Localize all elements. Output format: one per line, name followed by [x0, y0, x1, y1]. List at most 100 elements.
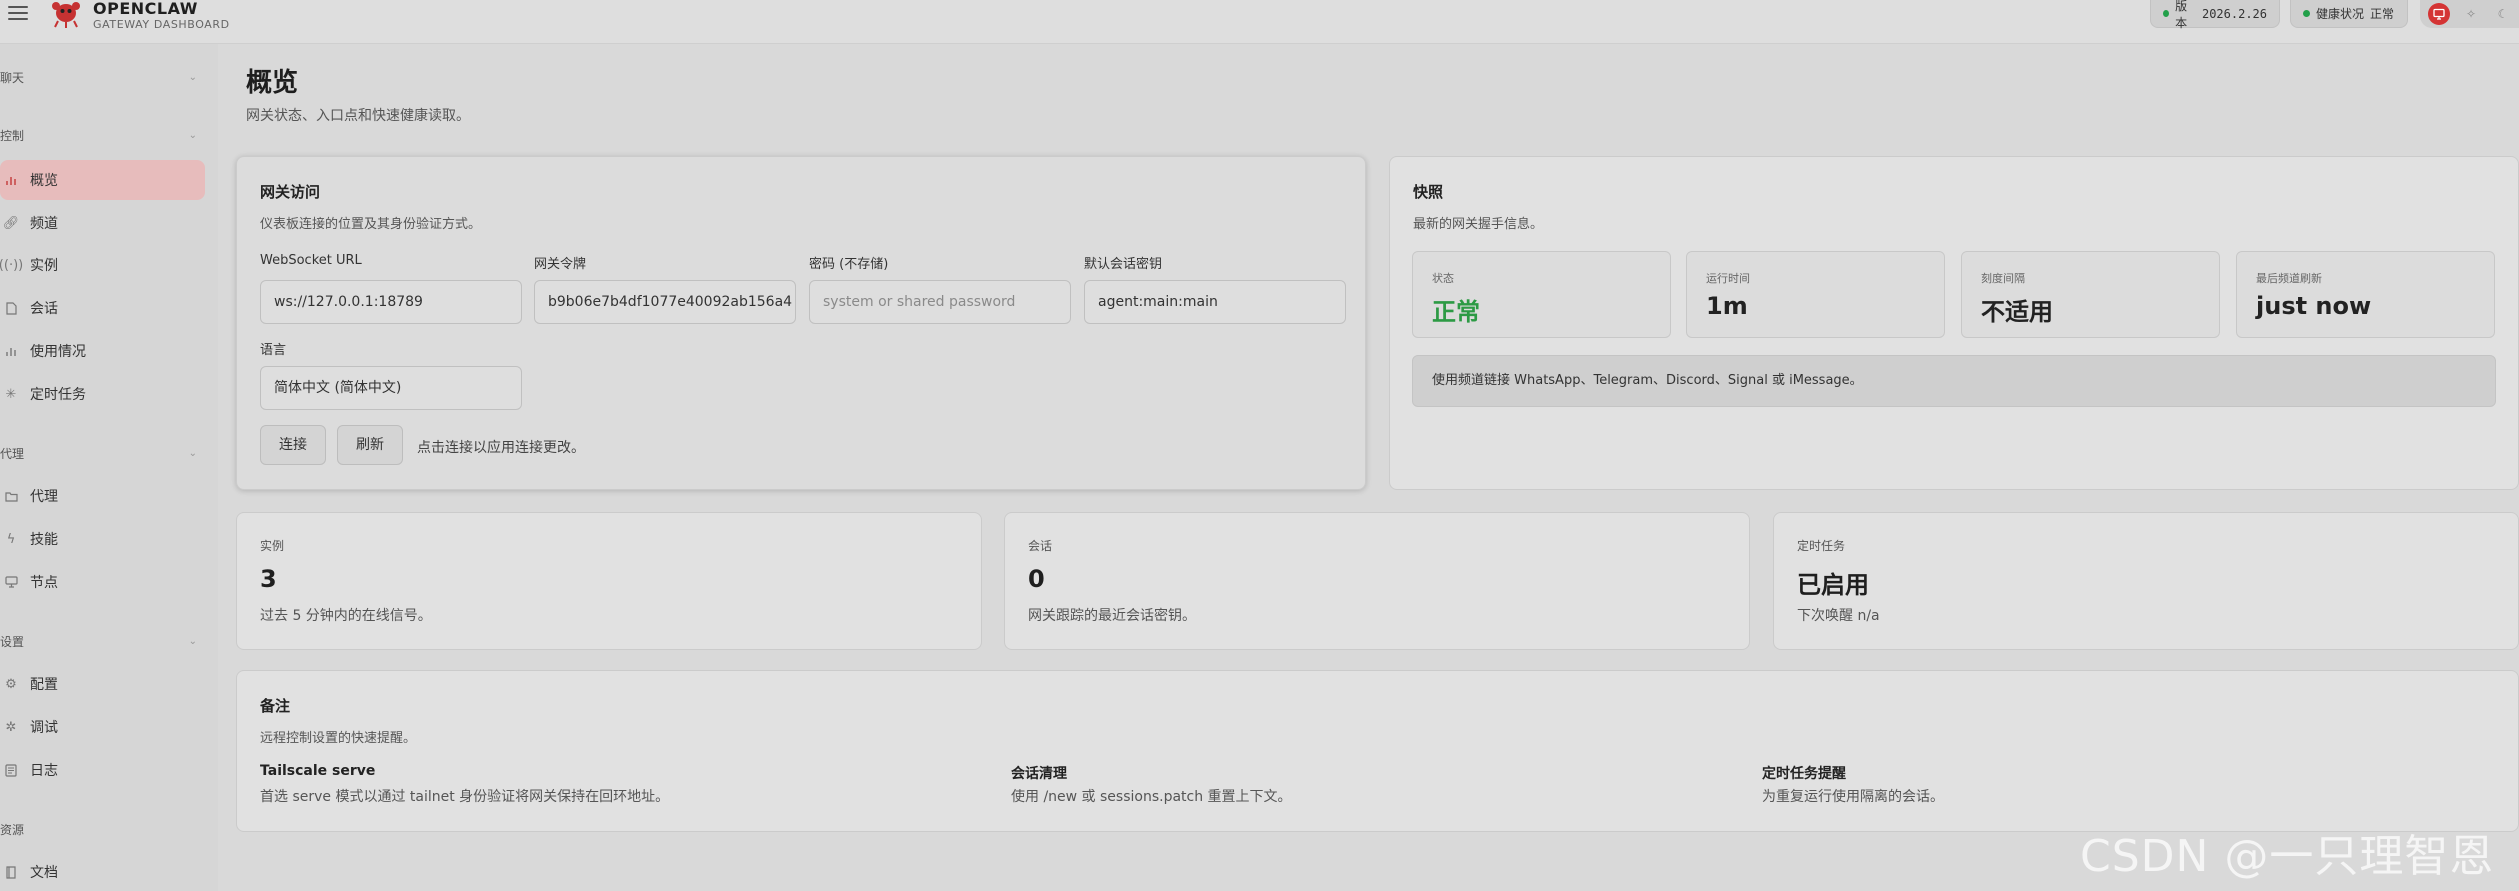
sun-icon[interactable]: ✧ [2460, 3, 2482, 25]
metric-label: 实例 [260, 539, 285, 553]
card-subtitle: 最新的网关握手信息。 [1413, 217, 1544, 232]
log-icon [2, 761, 20, 779]
stat-uptime: 运行时间 1m [1686, 251, 1945, 338]
sidebar-item-label: 使用情况 [30, 344, 86, 360]
sidebar-group-control[interactable]: 控制 ⌄ [0, 128, 205, 144]
stat-status: 状态 正常 [1412, 251, 1671, 338]
version-label: 版本 [2175, 0, 2188, 30]
sidebar-item-debug[interactable]: ✲ 调试 [0, 707, 205, 747]
monitor-icon[interactable] [2428, 3, 2450, 25]
session-key-input[interactable]: agent:main:main [1084, 280, 1346, 324]
monitor-icon [2, 573, 20, 591]
sidebar-item-nodes[interactable]: 节点 [0, 562, 205, 602]
sidebar-item-skills[interactable]: ϟ 技能 [0, 519, 205, 559]
language-select[interactable]: 简体中文 (简体中文) [260, 366, 522, 410]
sidebar-item-label: 频道 [30, 216, 58, 232]
brand-name: OPENCLAW [93, 0, 198, 18]
folder-icon [2, 487, 20, 505]
card-subtitle: 仪表板连接的位置及其身份验证方式。 [260, 217, 482, 232]
sidebar-group-resources[interactable]: 资源 [0, 822, 205, 838]
sidebar-item-cron[interactable]: ✳ 定时任务 [0, 374, 205, 414]
metric-label: 定时任务 [1797, 539, 1846, 553]
link-icon: 🔗︎ [2, 215, 20, 231]
sidebar-item-label: 节点 [30, 575, 58, 591]
sidebar-group-label: 控制 [0, 129, 25, 143]
sidebar-item-channels[interactable]: 🔗︎ 频道 [0, 203, 205, 243]
stat-value: 正常 [1432, 298, 1480, 326]
watermark: CSDN @一只理智恩 [2080, 831, 2495, 882]
sidebar-item-label: 日志 [30, 763, 58, 779]
sidebar-group-settings[interactable]: 设置 ⌄ [0, 634, 205, 650]
bar-chart-icon [2, 342, 20, 360]
session-key-label: 默认会话密钥 [1084, 257, 1163, 272]
card-subtitle: 远程控制设置的快速提醒。 [260, 731, 417, 746]
gateway-access-card: 网关访问 仪表板连接的位置及其身份验证方式。 WebSocket URL ws:… [236, 156, 1366, 490]
metric-value: 0 [1028, 565, 1045, 593]
sidebar-item-agents[interactable]: 代理 [0, 476, 205, 516]
sidebar-item-label: 代理 [30, 489, 58, 505]
page-subtitle: 网关状态、入口点和快速健康读取。 [246, 108, 470, 124]
stat-label: 状态 [1432, 272, 1454, 285]
gateway-token-label: 网关令牌 [534, 257, 587, 272]
note-text: 使用 /new 或 sessions.patch 重置上下文。 [1011, 789, 1292, 805]
refresh-button[interactable]: 刷新 [337, 425, 403, 465]
bug-icon: ✲ [5, 719, 17, 735]
note-title: 会话清理 [1011, 766, 1067, 782]
metric-value: 3 [260, 565, 277, 593]
sidebar-group-label: 代理 [0, 447, 25, 461]
stat-label: 最后频道刷新 [2256, 272, 2322, 285]
sidebar-item-usage[interactable]: 使用情况 [0, 331, 205, 371]
top-bar: OPENCLAW GATEWAY DASHBOARD 版本 2026.2.26 … [0, 0, 2519, 44]
zap-icon: ϟ [6, 531, 16, 547]
health-value: 正常 [2370, 7, 2395, 21]
sidebar-group-chat[interactable]: 聊天 ⌄ [0, 70, 205, 86]
sidebar-item-label: 会话 [30, 301, 58, 317]
card-title: 快照 [1413, 183, 1444, 201]
password-input[interactable]: system or shared password [809, 280, 1071, 324]
metric-label: 会话 [1028, 539, 1053, 553]
connect-button[interactable]: 连接 [260, 425, 326, 465]
sidebar-item-overview[interactable]: 概览 [0, 160, 205, 200]
settings-icon: ⚙ [5, 676, 17, 692]
metric-card-sessions: 会话 0 网关跟踪的最近会话密钥。 [1004, 512, 1750, 650]
brand-subtitle: GATEWAY DASHBOARD [93, 18, 230, 31]
loader-icon: ✳ [5, 386, 17, 402]
sidebar-group-label: 资源 [0, 823, 25, 837]
stat-value: 1m [1706, 292, 1748, 320]
note-text: 为重复运行使用隔离的会话。 [1762, 789, 1944, 805]
ws-url-input[interactable]: ws://127.0.0.1:18789 [260, 280, 522, 324]
page-title: 概览 [246, 68, 299, 98]
sidebar-item-instances[interactable]: ((·)) 实例 [0, 245, 205, 285]
sidebar-group-label: 聊天 [0, 71, 25, 85]
sidebar-item-label: 配置 [30, 677, 58, 693]
sidebar-group-agent[interactable]: 代理 ⌄ [0, 446, 205, 462]
moon-icon[interactable]: ☾ [2492, 3, 2514, 25]
chevron-down-icon: ⌄ [188, 448, 197, 459]
metric-note: 过去 5 分钟内的在线信号。 [260, 608, 432, 624]
note-title: Tailscale serve [260, 763, 376, 779]
version-value: 2026.2.26 [2201, 6, 2267, 21]
menu-icon[interactable] [8, 6, 28, 22]
sidebar-group-label: 设置 [0, 635, 25, 649]
version-pill: 版本 2026.2.26 [2150, 0, 2280, 30]
metric-card-cron: 定时任务 已启用 下次唤醒 n/a [1773, 512, 2519, 650]
health-label: 健康状况 [2316, 7, 2365, 21]
gateway-token-input[interactable]: b9b06e7b4df1077e40092ab156a4 [534, 280, 796, 324]
status-dot-icon [2163, 10, 2170, 17]
sidebar: 聊天 ⌄ 控制 ⌄ 概览 🔗︎ 频道 ((·)) 实例 会话 使用情况 ✳ 定时… [0, 44, 218, 891]
sidebar-item-docs[interactable]: 文档 [0, 852, 205, 891]
chevron-down-icon: ⌄ [188, 636, 197, 647]
metric-card-instances: 实例 3 过去 5 分钟内的在线信号。 [236, 512, 982, 650]
sidebar-item-logs[interactable]: 日志 [0, 750, 205, 790]
card-title: 网关访问 [260, 183, 321, 201]
sidebar-item-label: 调试 [30, 720, 58, 736]
stat-label: 运行时间 [1706, 272, 1750, 285]
chevron-down-icon: ⌄ [188, 72, 197, 83]
bar-chart-icon [2, 171, 20, 189]
radio-icon: ((·)) [0, 257, 24, 273]
openclaw-logo [52, 2, 80, 28]
sidebar-item-sessions[interactable]: 会话 [0, 288, 205, 328]
sidebar-item-config[interactable]: ⚙ 配置 [0, 664, 205, 704]
chevron-down-icon: ⌄ [188, 130, 197, 141]
card-title: 备注 [260, 697, 291, 715]
